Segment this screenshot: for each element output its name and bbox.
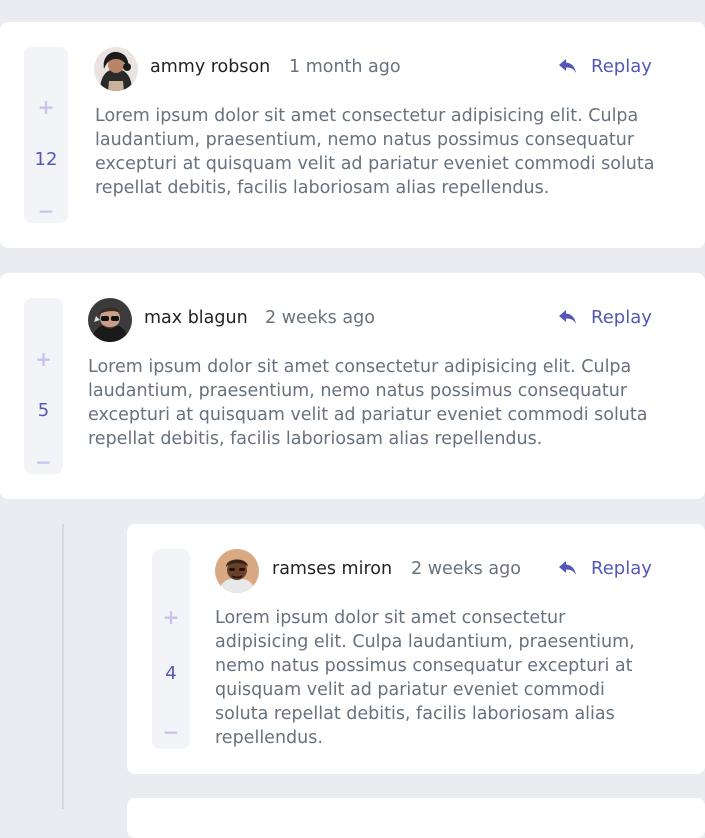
reply-button[interactable]: Replay (559, 56, 652, 77)
reply-arrow-icon (559, 309, 576, 324)
vote-control: + 4 − (152, 549, 190, 749)
comment-card: + 5 − max blagun 2 weeks ago Replay Lore… (0, 273, 705, 499)
upvote-button[interactable]: + (24, 97, 68, 117)
downvote-button[interactable]: − (152, 722, 190, 742)
username[interactable]: ramses miron (272, 559, 392, 579)
avatar (215, 549, 259, 593)
reply-label: Replay (591, 558, 652, 579)
timestamp: 1 month ago (289, 57, 401, 77)
comment-text: Lorem ipsum dolor sit amet consectetur a… (95, 106, 655, 198)
avatar (94, 47, 138, 91)
vote-control: + 5 − (24, 298, 63, 474)
comment-text: Lorem ipsum dolor sit amet consectetur a… (215, 608, 635, 748)
score-count: 4 (165, 663, 177, 684)
upvote-button[interactable]: + (24, 349, 63, 369)
reply-label: Replay (591, 307, 652, 328)
reply-button[interactable]: Replay (559, 558, 652, 579)
vote-control: + 12 − (24, 47, 68, 223)
timestamp: 2 weeks ago (411, 559, 521, 579)
upvote-button[interactable]: + (152, 607, 190, 627)
score-count: 12 (34, 149, 58, 170)
reply-thread-line (62, 524, 64, 809)
reply-card: + 4 − ramses miron 2 weeks ago Replay Lo… (127, 524, 705, 774)
avatar (88, 298, 132, 342)
reply-button[interactable]: Replay (559, 307, 652, 328)
score-count: 5 (37, 400, 50, 421)
comment-card: + 12 − ammy robson 1 month ago Replay Lo… (0, 22, 705, 248)
reply-arrow-icon (559, 58, 576, 73)
username[interactable]: ammy robson (150, 57, 270, 77)
reply-card (127, 798, 705, 838)
timestamp: 2 weeks ago (265, 308, 375, 328)
reply-arrow-icon (559, 560, 576, 575)
username[interactable]: max blagun (144, 308, 248, 328)
comment-text: Lorem ipsum dolor sit amet consectetur a… (88, 357, 648, 449)
downvote-button[interactable]: − (24, 452, 63, 472)
reply-label: Replay (591, 56, 652, 77)
downvote-button[interactable]: − (24, 201, 68, 221)
